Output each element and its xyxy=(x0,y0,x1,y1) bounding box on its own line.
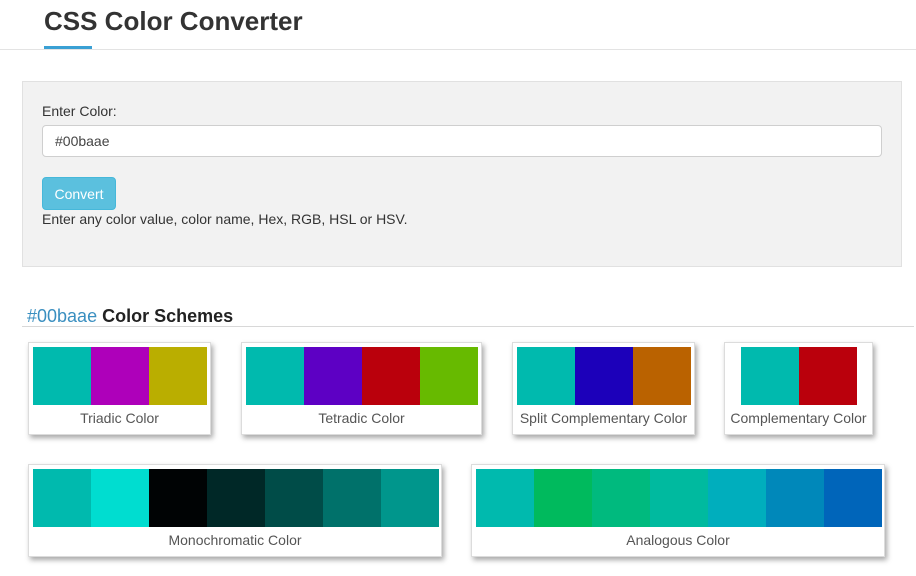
scheme-label: Split Complementary Color xyxy=(519,410,688,426)
scheme-card-split-complementary[interactable]: Split Complementary Color xyxy=(512,342,695,435)
color-swatch xyxy=(741,347,799,405)
input-hint: Enter any color value, color name, Hex, … xyxy=(42,211,408,227)
heading-hex: #00baae xyxy=(27,306,98,326)
color-swatch xyxy=(708,469,766,527)
color-swatch xyxy=(575,347,633,405)
color-swatch xyxy=(265,469,323,527)
color-swatch xyxy=(362,347,420,405)
scheme-card-complementary[interactable]: Complementary Color xyxy=(724,342,873,435)
color-swatch xyxy=(592,469,650,527)
color-swatch xyxy=(476,469,534,527)
color-swatch xyxy=(381,469,439,527)
scheme-label: Monochromatic Color xyxy=(168,532,302,548)
swatch-row xyxy=(246,347,478,405)
color-input-label: Enter Color: xyxy=(42,103,117,119)
color-swatch xyxy=(149,347,207,405)
color-input[interactable] xyxy=(42,125,882,157)
scheme-label: Analogous Color xyxy=(626,532,730,548)
scheme-label: Tetradic Color xyxy=(318,410,405,426)
color-swatch xyxy=(149,469,207,527)
section-divider xyxy=(22,326,914,327)
color-swatch xyxy=(323,469,381,527)
color-swatch xyxy=(304,347,362,405)
swatch-row xyxy=(741,347,857,405)
swatch-row xyxy=(517,347,691,405)
swatch-row xyxy=(476,469,882,527)
color-swatch xyxy=(650,469,708,527)
color-swatch xyxy=(799,347,857,405)
color-swatch xyxy=(91,347,149,405)
converter-panel: Enter Color: Convert Enter any color val… xyxy=(22,81,902,267)
color-swatch xyxy=(633,347,691,405)
scheme-card-triadic[interactable]: Triadic Color xyxy=(28,342,211,435)
color-swatch xyxy=(766,469,824,527)
color-swatch xyxy=(824,469,882,527)
scheme-label: Triadic Color xyxy=(80,410,159,426)
scheme-card-tetradic[interactable]: Tetradic Color xyxy=(241,342,482,435)
page-title: CSS Color Converter xyxy=(44,6,303,36)
heading-text: Color Schemes xyxy=(97,306,234,326)
color-swatch xyxy=(534,469,592,527)
title-divider xyxy=(0,49,916,50)
scheme-label: Complementary Color xyxy=(730,410,867,426)
color-schemes-heading: #00baae Color Schemes xyxy=(27,306,233,327)
swatch-row xyxy=(33,469,439,527)
color-swatch xyxy=(517,347,575,405)
color-swatch xyxy=(207,469,265,527)
color-swatch xyxy=(246,347,304,405)
scheme-card-monochromatic[interactable]: Monochromatic Color xyxy=(28,464,442,557)
color-swatch xyxy=(33,469,91,527)
scheme-card-analogous[interactable]: Analogous Color xyxy=(471,464,885,557)
swatch-row xyxy=(33,347,207,405)
color-swatch xyxy=(420,347,478,405)
convert-button[interactable]: Convert xyxy=(42,177,116,210)
color-swatch xyxy=(33,347,91,405)
color-swatch xyxy=(91,469,149,527)
